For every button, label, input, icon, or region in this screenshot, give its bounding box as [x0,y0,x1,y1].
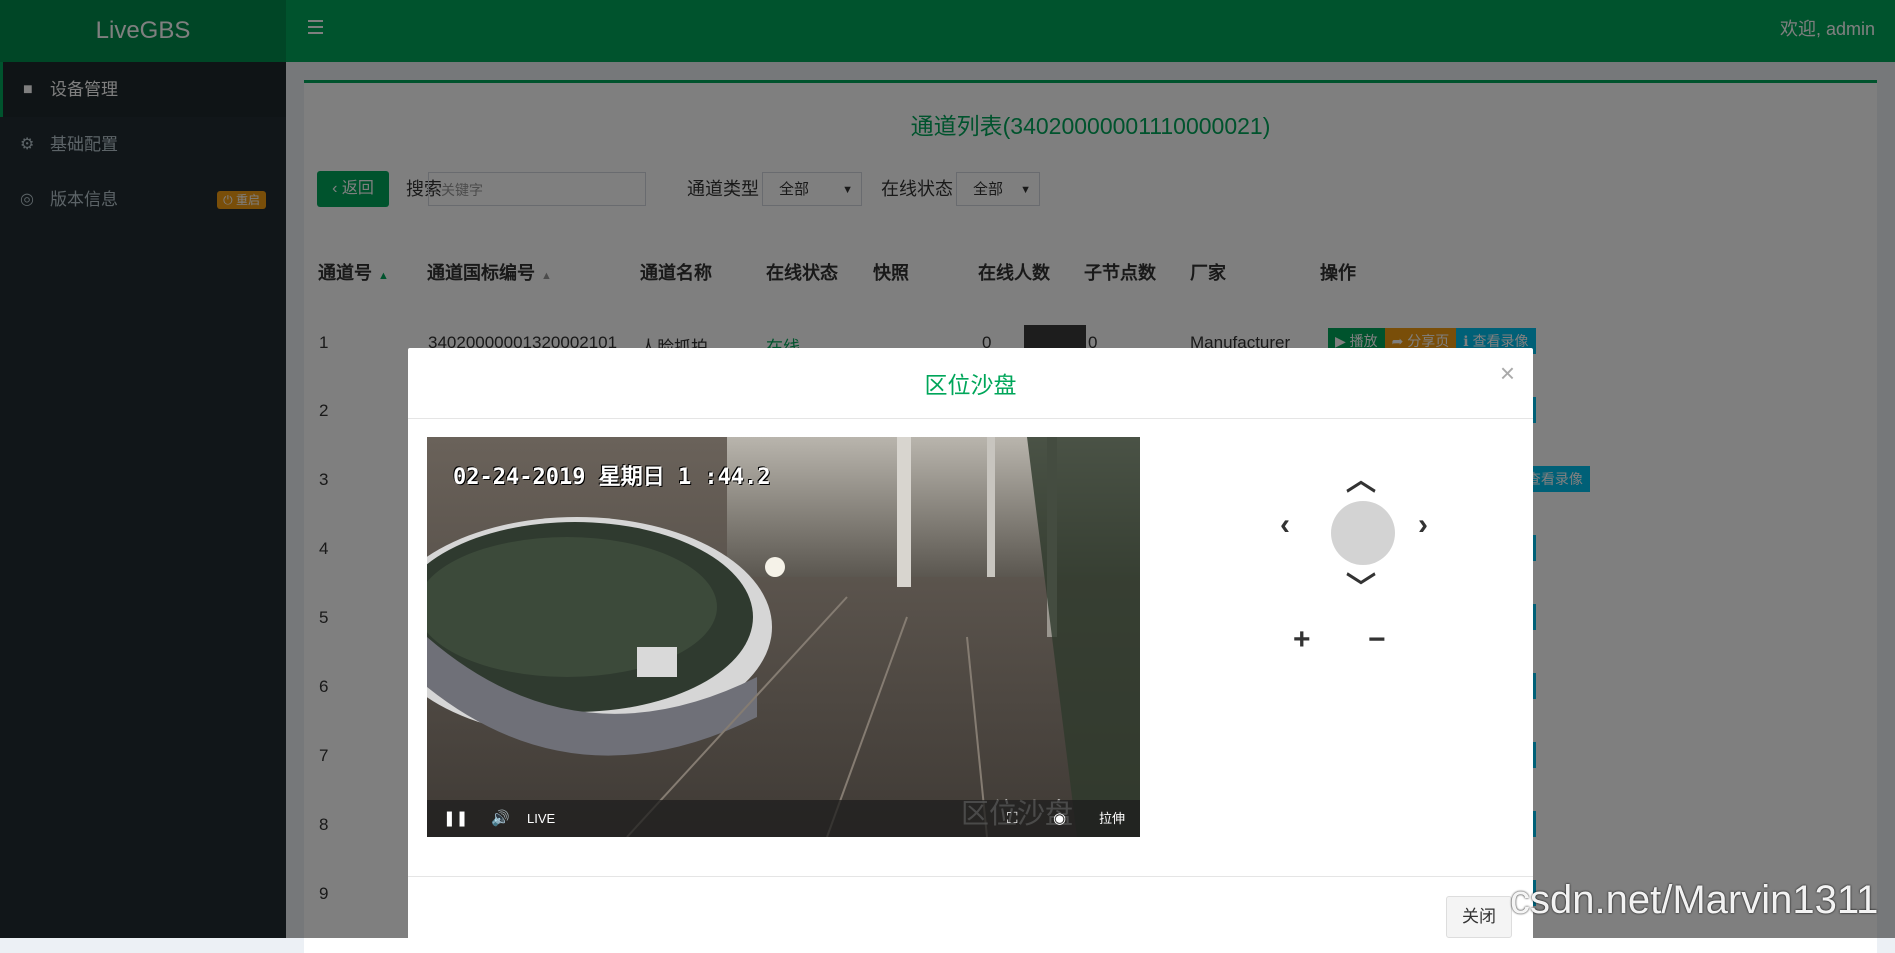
chevron-left-icon[interactable]: ‹ [1280,508,1290,542]
chevron-down-icon[interactable]: ﹀ [1346,563,1376,607]
close-button[interactable]: 关闭 [1446,896,1512,938]
pause-icon[interactable]: ❚❚ [443,800,468,837]
zoom-out-icon[interactable]: − [1368,623,1386,657]
ptz-control: ︿ ‹ › ﹀ + − [1268,453,1448,693]
volume-icon[interactable]: 🔊 [491,800,510,837]
video-player[interactable]: 02-24-2019 星期日 1 :44.2 区位沙盘 [427,437,1140,837]
chevron-up-icon[interactable]: ︿ [1346,455,1376,499]
chevron-right-icon[interactable]: › [1418,508,1428,542]
close-icon[interactable]: × [1500,358,1515,389]
video-modal: 区位沙盘 × 02-24-2019 星期日 1:44.2 ❚❚ 🔊 LIVE … [408,348,1533,948]
ptz-center-button[interactable] [1331,501,1395,565]
fullscreen-icon[interactable]: ⛶ [1007,800,1018,837]
page-watermark: csdn.net/Marvin1311 [1510,878,1879,922]
modal-title: 区位沙盘 [924,372,1017,398]
video-timestamp-overlay: 02-24-2019 星期日 1 :44.2 [453,465,771,490]
snapshot-icon[interactable]: ◉ [1053,800,1066,837]
modal-divider [408,418,1533,419]
zoom-in-icon[interactable]: + [1293,623,1311,657]
live-indicator: LIVE [527,811,556,826]
video-frame [427,437,1140,837]
modal-footer-divider [408,876,1533,877]
stretch-button[interactable]: 拉伸 [1099,800,1125,837]
video-controls: ❚❚ 🔊 LIVE ⛶ ◉ 拉伸 [427,800,1140,837]
